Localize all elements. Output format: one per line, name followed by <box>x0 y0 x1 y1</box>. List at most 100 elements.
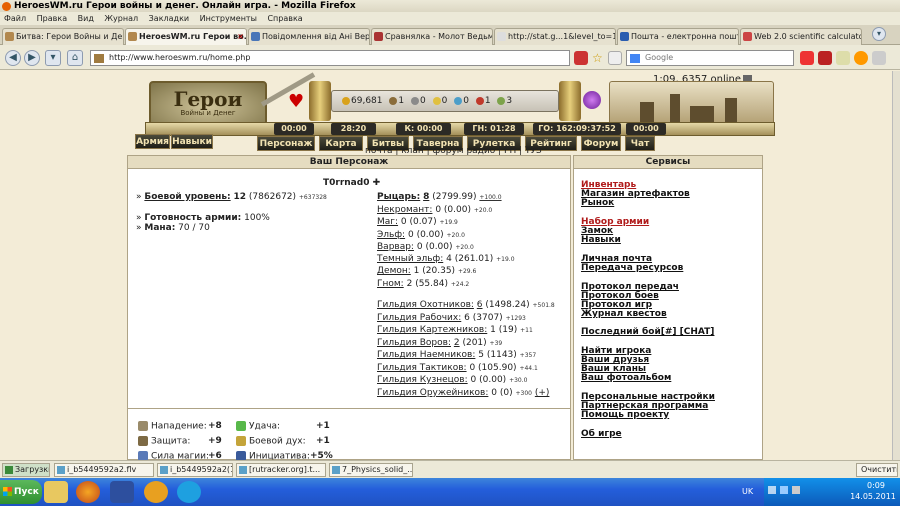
tab-forum[interactable]: Форум <box>581 136 621 151</box>
window-titlebar: HeroesWM.ru Герои войны и денег. Онлайн … <box>0 0 900 12</box>
tab-battle[interactable]: Битва: Герои Войны и Ден... <box>2 28 124 45</box>
reload-button[interactable] <box>608 51 622 65</box>
language-indicator[interactable]: UK <box>742 487 753 496</box>
guild-row[interactable]: Гильдия Рабочих: 6 (3707) +1293 <box>377 313 526 323</box>
url-bar[interactable]: http://www.heroeswm.ru/home.php <box>90 50 570 66</box>
tab-mail[interactable]: Пошта - електронна пошт... <box>617 28 739 45</box>
download-item[interactable]: 7_Physics_solid_... <box>329 463 413 477</box>
faction-row[interactable]: Варвар: 0 (0.00) +20.0 <box>377 242 474 252</box>
guild-row[interactable]: Гильдия Воров: 2 (201) +39 <box>377 338 502 348</box>
menu-icon[interactable] <box>872 51 886 65</box>
tab-map[interactable]: Карта <box>319 136 363 151</box>
link-transfer-resources[interactable]: Передача ресурсов <box>581 263 683 273</box>
tab-stat[interactable]: http://stat.g...1&level_to=17 <box>494 28 616 45</box>
tab-chat[interactable]: Чат <box>625 136 655 151</box>
defense-icon <box>138 436 148 446</box>
services-panel-title: Сервисы <box>574 156 762 169</box>
link-quest-journal[interactable]: Журнал квестов <box>581 309 667 319</box>
menu-history[interactable]: Журнал <box>104 14 138 23</box>
firefox-taskbar-icon[interactable] <box>76 481 100 503</box>
guild-row[interactable]: Гильдия Наемников: 5 (1143) +357 <box>377 350 536 360</box>
faction-row[interactable]: Эльф: 0 (0.00) +20.0 <box>377 230 465 240</box>
page-scrollbar[interactable] <box>892 71 900 460</box>
clear-downloads-button[interactable]: Очистить <box>856 463 898 477</box>
menu-file[interactable]: Файл <box>4 14 26 23</box>
timer: 00:00 <box>274 123 314 135</box>
search-input[interactable]: Google <box>626 50 794 66</box>
tray-icon[interactable] <box>768 486 776 494</box>
addon-icon[interactable] <box>818 51 832 65</box>
link-market[interactable]: Рынок <box>581 198 614 208</box>
resource-crystal: 0 <box>463 96 469 106</box>
tab-compare[interactable]: Сравнялка - Молот Ведьм ... <box>371 28 493 45</box>
link-photo-album[interactable]: Ваш фотоальбом <box>581 373 671 383</box>
mana-potion-icon <box>583 91 601 109</box>
crystal-icon <box>454 96 463 105</box>
faction-row[interactable]: Гном: 2 (55.84) +24.2 <box>377 279 469 289</box>
link-about-game[interactable]: Об игре <box>581 429 622 439</box>
menu-view[interactable]: Вид <box>78 14 94 23</box>
faction-row[interactable]: Некромант: 0 (0.00) +20.0 <box>377 205 492 215</box>
link-last-battle[interactable]: Последний бой[#] [CHAT] <box>581 327 714 337</box>
wood-icon <box>389 96 398 105</box>
add-guild-link[interactable]: (+) <box>535 388 550 398</box>
timer-health: 28:20 <box>331 123 376 135</box>
guild-row[interactable]: Гильдия Охотников: 6 (1498.24) +501.8 <box>377 300 555 310</box>
download-item[interactable]: i_b5449592a2.flv <box>54 463 154 477</box>
forward-button[interactable]: ▶ <box>24 50 40 66</box>
addon-icon[interactable] <box>854 51 868 65</box>
character-panel: Ваш Персонаж T0rrnad0 ✚ » Боевой уровень… <box>127 155 571 409</box>
menu-edit[interactable]: Правка <box>37 14 67 23</box>
tab-character[interactable]: Персонаж <box>257 136 315 151</box>
gold-icon <box>342 96 350 105</box>
network-icon[interactable] <box>780 486 788 494</box>
tab-calculator[interactable]: Web 2.0 scientific calculator <box>740 28 862 45</box>
page-icon <box>497 32 506 41</box>
faction-row[interactable]: Демон: 1 (20.35) +29.6 <box>377 266 476 276</box>
stat-morale: Боевой дух: <box>236 436 306 447</box>
menu-tools[interactable]: Инструменты <box>200 14 257 23</box>
pillar-ornament <box>559 81 581 121</box>
link-skills[interactable]: Навыки <box>581 235 621 245</box>
close-tab-icon[interactable]: × <box>237 29 244 44</box>
menu-bookmarks[interactable]: Закладки <box>149 14 189 23</box>
faction-row[interactable]: Маг: 0 (0.07) +19.9 <box>377 217 458 227</box>
abp-icon[interactable] <box>800 51 814 65</box>
guild-row[interactable]: Гильдия Тактиков: 0 (105.90) +44.1 <box>377 363 538 373</box>
system-tray: UK 0:09 14.05.2011 <box>742 478 900 506</box>
start-button[interactable]: Пуск <box>0 480 42 504</box>
explorer-icon[interactable] <box>44 481 68 503</box>
window-title: HeroesWM.ru Герои войны и денег. Онлайн … <box>14 1 356 11</box>
back-button[interactable]: ◀ <box>5 50 21 66</box>
save-disk-icon[interactable] <box>110 481 134 503</box>
services-panel: Сервисы Инвентарь Магазин артефактов Рын… <box>573 155 763 460</box>
skype-icon[interactable] <box>177 481 201 503</box>
character-name[interactable]: T0rrnad0 ✚ <box>323 178 380 188</box>
faction-row[interactable]: Рыцарь: 8 (2799.99) +100.0 <box>377 192 502 202</box>
downloads-button[interactable]: Загрузки <box>2 463 50 477</box>
tab-list-icon[interactable]: ▾ <box>872 27 886 41</box>
download-item[interactable]: [rutracker.org].t... <box>236 463 326 477</box>
morale-icon <box>236 436 246 446</box>
guild-row[interactable]: Гильдия Кузнецов: 0 (0.00) +30.0 <box>377 375 527 385</box>
tab-heroeswm[interactable]: HeroesWM.ru Герои во... × <box>125 28 247 45</box>
clock-time[interactable]: 0:09 <box>856 481 896 490</box>
menu-bar: Файл Правка Вид Журнал Закладки Инструме… <box>0 12 900 25</box>
tab-skills[interactable]: Навыки <box>171 134 213 149</box>
history-dropdown-icon[interactable]: ▾ <box>45 50 61 66</box>
pillar-ornament <box>309 81 331 121</box>
tab-message[interactable]: Повідомлення від Ані Вере... <box>248 28 370 45</box>
army-ready-row: » Готовность армии: 100% <box>136 213 270 223</box>
home-button[interactable]: ⌂ <box>67 50 83 66</box>
app-icon[interactable] <box>144 481 168 503</box>
faction-row[interactable]: Темный эльф: 4 (261.01) +19.0 <box>377 254 515 264</box>
bookmark-star-icon[interactable]: ☆ <box>592 51 606 65</box>
tab-army[interactable]: Армия <box>135 134 170 149</box>
addon-icon[interactable] <box>836 51 850 65</box>
volume-icon[interactable] <box>792 486 800 494</box>
menu-help[interactable]: Справка <box>267 14 302 23</box>
download-item[interactable]: i_b5449592a2(1)... <box>157 463 233 477</box>
guild-row[interactable]: Гильдия Картежников: 1 (19) +11 <box>377 325 533 335</box>
link-help-project[interactable]: Помощь проекту <box>581 410 669 420</box>
guild-row[interactable]: Гильдия Оружейников: 0 (0) +300 (+) <box>377 388 549 398</box>
